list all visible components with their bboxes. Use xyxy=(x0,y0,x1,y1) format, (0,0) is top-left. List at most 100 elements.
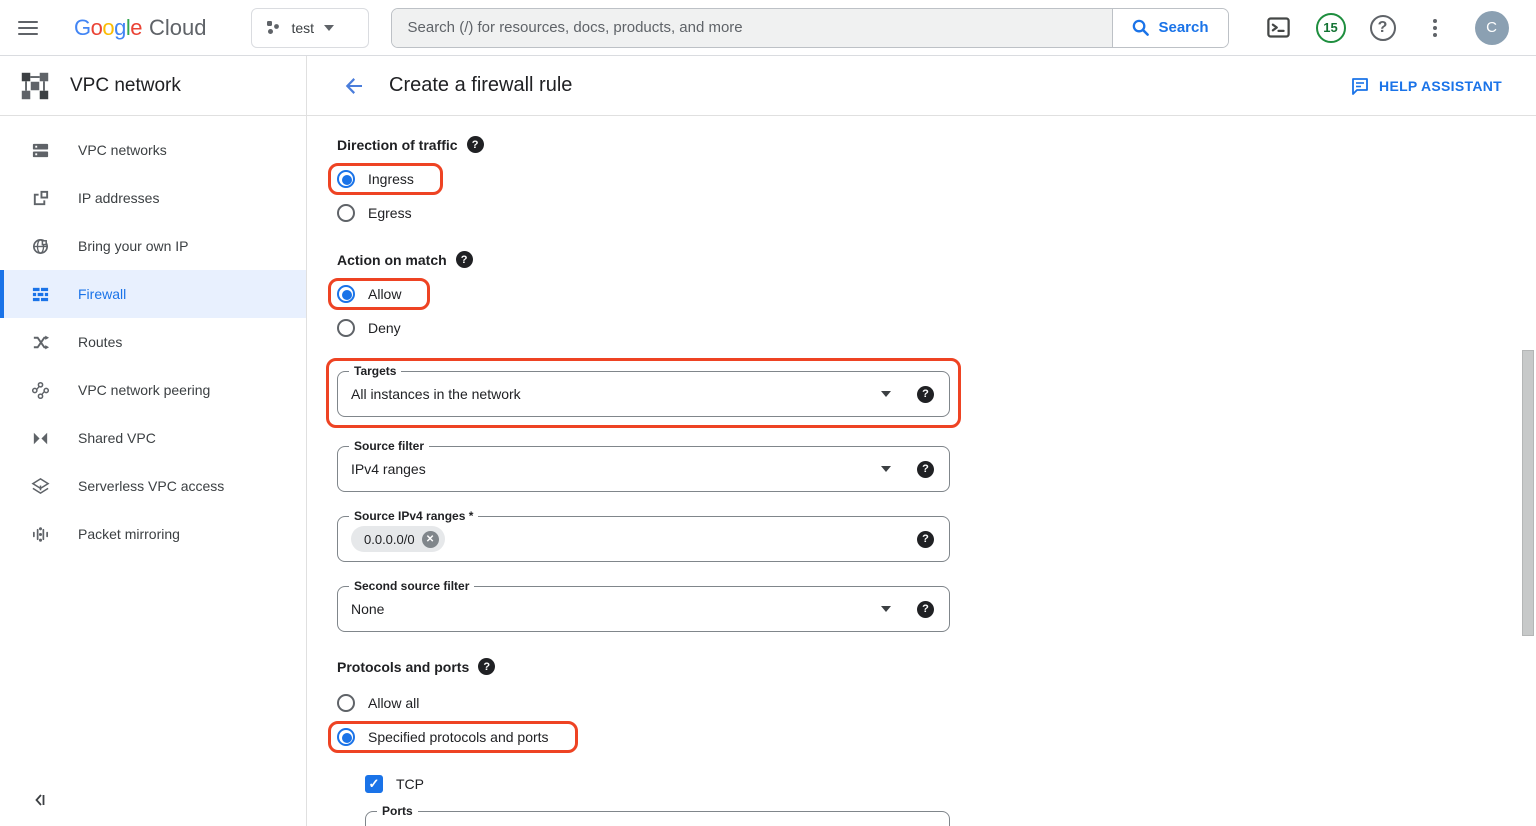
field-label: Targets xyxy=(349,364,402,378)
topbar-actions: 15 ? C xyxy=(1259,8,1509,48)
radio-label: Egress xyxy=(368,205,412,221)
radio-label: Deny xyxy=(368,320,401,336)
search-icon xyxy=(1133,19,1150,36)
sidebar-item-shared-vpc[interactable]: Shared VPC xyxy=(0,414,306,462)
page-header: Create a firewall rule HELP ASSISTANT xyxy=(307,56,1536,116)
hamburger-bars xyxy=(18,20,38,35)
source-filter-value: IPv4 ranges xyxy=(351,461,426,477)
project-icon xyxy=(266,20,279,34)
source-filter-select[interactable]: Source filter IPv4 ranges ? xyxy=(337,439,950,492)
sidebar-item-label: Routes xyxy=(78,334,123,350)
section-label-text: Action on match xyxy=(337,251,447,268)
help-icon[interactable]: ? xyxy=(478,658,496,675)
source-ipv4-ranges-input[interactable]: Source IPv4 ranges * 0.0.0.0/0 ✕ ? xyxy=(337,509,950,562)
top-app-bar: Google Cloud test Search (/) for resourc… xyxy=(0,0,1536,56)
ports-input[interactable]: Ports 1883,8883,8083,8084,18083,8081 xyxy=(365,804,950,826)
help-assistant-label: HELP ASSISTANT xyxy=(1379,77,1502,94)
page-title: Create a firewall rule xyxy=(389,74,573,96)
tcp-checkbox-row[interactable]: ✓ TCP xyxy=(365,769,1536,799)
account-avatar[interactable]: C xyxy=(1474,10,1509,45)
sidebar-item-label: Shared VPC xyxy=(78,430,156,446)
field-label: Ports xyxy=(377,804,418,818)
cloud-shell-button[interactable] xyxy=(1259,8,1299,48)
targets-select[interactable]: Targets All instances in the network ? xyxy=(337,364,950,417)
collapse-sidebar-button[interactable] xyxy=(28,788,52,812)
radio-ingress[interactable]: Ingress xyxy=(337,170,414,188)
radio-egress[interactable]: Egress xyxy=(337,197,1536,229)
menu-icon[interactable] xyxy=(0,0,56,56)
question-mark-icon: ? xyxy=(1369,14,1396,41)
direction-of-traffic-label: Direction of traffic ? xyxy=(337,136,1536,153)
logo-letter: o xyxy=(90,14,103,40)
annotation-highlight: Targets All instances in the network ? xyxy=(326,358,961,428)
sidebar-item-packet-mirroring[interactable]: Packet mirroring xyxy=(0,510,306,558)
sidebar-item-vpc-networks[interactable]: VPC networks xyxy=(0,126,306,174)
vpc-network-icon xyxy=(21,72,49,99)
radio-allow[interactable]: Allow xyxy=(337,285,401,303)
radio-label: Allow all xyxy=(368,695,420,711)
help-icon[interactable]: ? xyxy=(917,600,934,618)
logo-cloud-text: Cloud xyxy=(149,14,207,40)
sidebar-item-serverless-vpc-access[interactable]: Serverless VPC access xyxy=(0,462,306,510)
free-trial-days-badge[interactable]: 15 xyxy=(1311,8,1351,48)
sidebar-item-label: VPC networks xyxy=(78,142,167,158)
global-search-bar: Search xyxy=(390,7,1229,48)
terminal-icon xyxy=(1267,17,1290,38)
help-icon[interactable]: ? xyxy=(917,460,934,478)
search-button-label: Search xyxy=(1158,19,1209,36)
logo-letter: g xyxy=(114,14,126,40)
help-icon[interactable]: ? xyxy=(917,385,934,403)
sidebar-item-routes[interactable]: Routes xyxy=(0,318,306,366)
chevron-down-icon xyxy=(324,24,335,31)
sidebar-item-label: IP addresses xyxy=(78,190,160,206)
radio-selected-icon xyxy=(337,285,355,303)
sidebar-item-firewall[interactable]: Firewall xyxy=(0,270,306,318)
annotation-highlight: Specified protocols and ports xyxy=(328,721,578,753)
dropdown-caret-icon xyxy=(881,391,891,397)
sidebar-item-bring-your-own-ip[interactable]: Bring your own IP xyxy=(0,222,306,270)
logo-letter: o xyxy=(102,14,115,40)
ip-addresses-icon xyxy=(30,188,50,208)
sidebar-item-ip-addresses[interactable]: IP addresses xyxy=(0,174,306,222)
packet-mirroring-icon xyxy=(30,524,50,544)
chip-remove-icon[interactable]: ✕ xyxy=(421,530,439,548)
product-title: VPC network xyxy=(70,74,181,96)
main-panel: Create a firewall rule HELP ASSISTANT Di… xyxy=(307,56,1536,826)
help-icon[interactable]: ? xyxy=(466,136,484,153)
help-icon[interactable]: ? xyxy=(455,251,473,268)
google-cloud-logo[interactable]: Google Cloud xyxy=(74,15,207,41)
checkbox-checked-icon[interactable]: ✓ xyxy=(365,775,383,793)
vertical-scrollbar-thumb[interactable] xyxy=(1522,350,1534,636)
sidebar-item-label: Serverless VPC access xyxy=(78,478,225,494)
ip-range-chip: 0.0.0.0/0 ✕ xyxy=(351,526,445,552)
search-input-area[interactable] xyxy=(391,8,1112,47)
radio-deny[interactable]: Deny xyxy=(337,312,1536,344)
checkbox-label: TCP xyxy=(396,776,424,792)
more-options-button[interactable] xyxy=(1415,8,1455,48)
trial-days-count: 15 xyxy=(1315,12,1346,43)
search-button[interactable]: Search xyxy=(1111,8,1228,47)
kebab-icon xyxy=(1432,18,1437,37)
logo-letter: G xyxy=(74,14,91,40)
routes-shuffle-icon xyxy=(30,332,50,352)
back-button[interactable] xyxy=(341,73,367,99)
firewall-form: Direction of traffic ? Ingress Egress Ac… xyxy=(307,116,1536,826)
dropdown-caret-icon xyxy=(881,466,891,472)
search-input[interactable] xyxy=(407,19,1096,36)
sidebar-item-vpc-network-peering[interactable]: VPC network peering xyxy=(0,366,306,414)
radio-specified-protocols[interactable]: Specified protocols and ports xyxy=(337,728,549,746)
firewall-brick-icon xyxy=(30,284,50,304)
second-source-filter-value: None xyxy=(351,601,385,617)
second-source-filter-select[interactable]: Second source filter None ? xyxy=(337,579,950,632)
help-button[interactable]: ? xyxy=(1363,8,1403,48)
help-assistant-button[interactable]: HELP ASSISTANT xyxy=(1350,76,1502,96)
project-name: test xyxy=(291,19,315,36)
globe-icon xyxy=(30,236,50,256)
action-on-match-label: Action on match ? xyxy=(337,251,1536,268)
help-icon[interactable]: ? xyxy=(917,530,934,548)
collapse-chevron-icon xyxy=(35,794,45,806)
project-switcher-button[interactable]: test xyxy=(250,7,369,48)
logo-letter: e xyxy=(130,14,143,40)
peering-icon xyxy=(30,380,50,400)
radio-allow-all[interactable]: Allow all xyxy=(337,687,1536,719)
